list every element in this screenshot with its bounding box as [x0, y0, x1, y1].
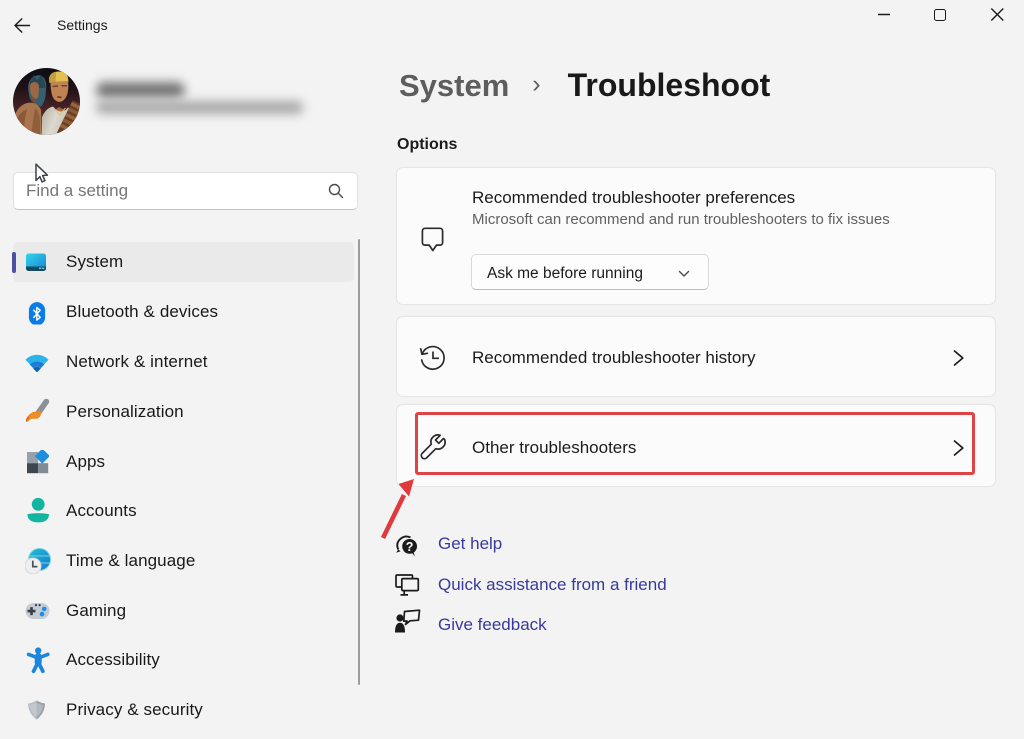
svg-text:?: ?: [406, 540, 414, 554]
